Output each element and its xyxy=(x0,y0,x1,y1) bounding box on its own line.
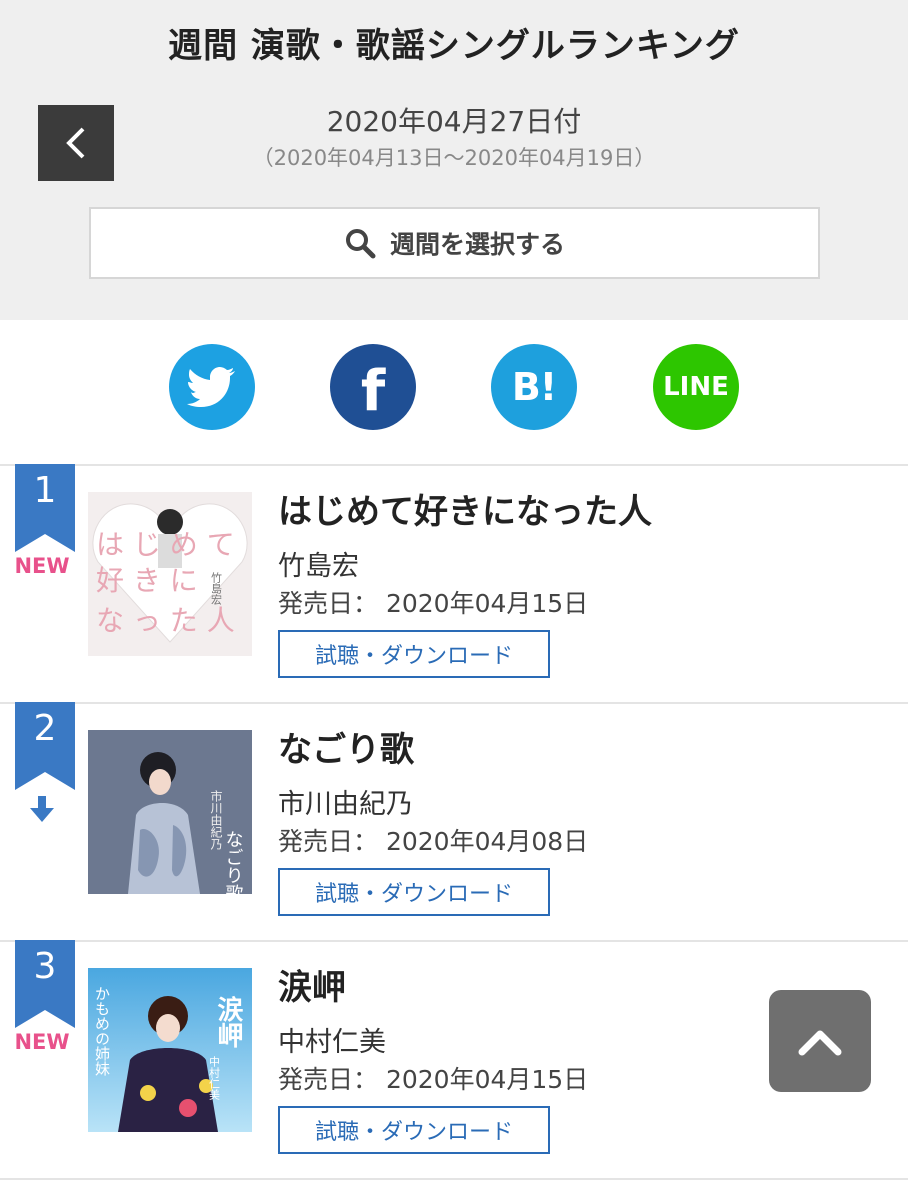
share-buttons: f B! LINE xyxy=(0,344,908,434)
svg-text:市川由紀乃: 市川由紀乃 xyxy=(209,789,223,851)
ranking-date: 2020年04月27日付 xyxy=(326,105,582,138)
line-icon: LINE xyxy=(663,372,729,402)
artist-name[interactable]: 市川由紀乃 xyxy=(278,782,413,821)
ranking-date-range: （2020年04月13日〜2020年04月19日） xyxy=(252,146,656,170)
share-twitter-button[interactable] xyxy=(169,344,255,430)
jacket-image[interactable]: 涙岬 中村仁美 かもめの姉妹 xyxy=(88,968,252,1132)
svg-text:な っ た 人: な っ た 人 xyxy=(96,604,235,637)
ranking-item: 2 市川由紀乃 なごり歌 なごり歌 市川由紀乃 発売日： 2020年04月08日… xyxy=(0,702,908,940)
listen-download-button[interactable]: 試聴・ダウンロード xyxy=(278,868,550,916)
week-select-button[interactable]: 週間を選択する xyxy=(89,207,820,279)
jacket-artwork: 市川由紀乃 なごり歌 xyxy=(88,730,252,894)
header: 週間 演歌・歌謡シングルランキング 2020年04月27日付 （2020年04月… xyxy=(0,0,908,320)
rank-status-new: NEW xyxy=(14,1030,70,1054)
rank-status-new: NEW xyxy=(14,554,70,578)
listen-download-button[interactable]: 試聴・ダウンロード xyxy=(278,1106,550,1154)
svg-text:かもめの姉妹: かもめの姉妹 xyxy=(93,986,111,1076)
rank-number: 2 xyxy=(33,708,57,749)
song-title[interactable]: 涙岬 xyxy=(278,960,346,1009)
release-date: 発売日： 2020年04月08日 xyxy=(278,827,589,856)
rank-badge: 3 xyxy=(15,940,75,1028)
chevron-up-icon xyxy=(798,1030,842,1056)
jacket-image[interactable]: 市川由紀乃 なごり歌 xyxy=(88,730,252,894)
artist-name[interactable]: 中村仁美 xyxy=(278,1020,386,1059)
facebook-icon: f xyxy=(360,359,386,424)
svg-text:なごり歌: なごり歌 xyxy=(223,830,244,894)
rank-badge: 2 xyxy=(15,702,75,790)
release-date: 発売日： 2020年04月15日 xyxy=(278,589,589,618)
share-facebook-button[interactable]: f xyxy=(330,344,416,430)
release-date: 発売日： 2020年04月15日 xyxy=(278,1065,589,1094)
jacket-artwork: は じ め て 好 き に な っ た 人 竹島宏 xyxy=(88,492,252,656)
svg-text:好 き に: 好 き に xyxy=(96,564,198,597)
artist-name[interactable]: 竹島宏 xyxy=(278,544,359,583)
rank-down-arrow-icon xyxy=(30,794,54,824)
page-title: 週間 演歌・歌謡シングルランキング xyxy=(168,26,740,66)
jacket-artwork: 涙岬 中村仁美 かもめの姉妹 xyxy=(88,968,252,1132)
rank-number: 1 xyxy=(33,470,57,511)
divider xyxy=(0,1178,908,1180)
svg-text:竹島宏: 竹島宏 xyxy=(210,571,223,606)
jacket-image[interactable]: は じ め て 好 き に な っ た 人 竹島宏 xyxy=(88,492,252,656)
svg-text:涙岬: 涙岬 xyxy=(213,995,243,1048)
svg-text:は じ め て: は じ め て xyxy=(96,528,235,561)
song-title[interactable]: なごり歌 xyxy=(278,722,414,771)
share-hatena-button[interactable]: B! xyxy=(491,344,577,430)
ranking-item: 1 NEW は じ め て 好 き に な っ た 人 竹島宏 はじめて好きにな… xyxy=(0,464,908,702)
song-title[interactable]: はじめて好きになった人 xyxy=(278,484,652,533)
rank-number: 3 xyxy=(33,946,57,987)
rank-badge: 1 xyxy=(15,464,75,552)
scroll-to-top-button[interactable] xyxy=(769,990,871,1092)
share-line-button[interactable]: LINE xyxy=(653,344,739,430)
svg-text:中村仁美: 中村仁美 xyxy=(208,1056,221,1100)
listen-download-button[interactable]: 試聴・ダウンロード xyxy=(278,630,550,678)
hatena-bookmark-icon: B! xyxy=(511,365,557,409)
twitter-bird-icon xyxy=(187,367,235,407)
search-icon xyxy=(345,229,376,259)
week-select-label: 週間を選択する xyxy=(389,230,565,259)
